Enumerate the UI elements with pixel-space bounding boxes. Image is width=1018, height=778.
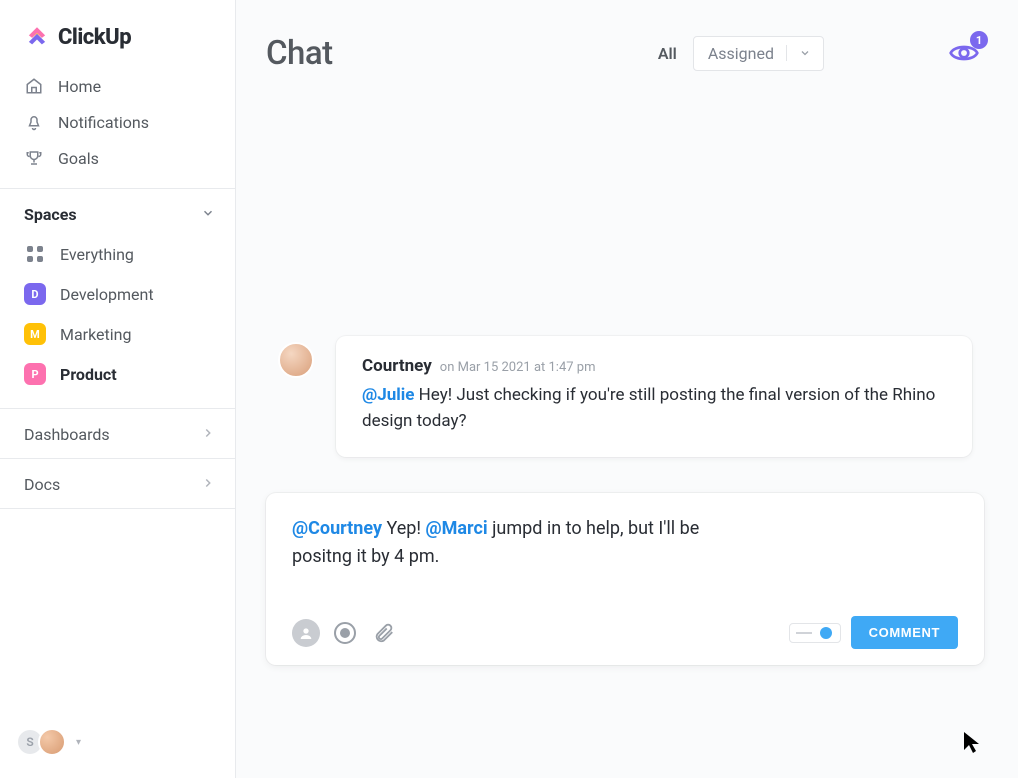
chevron-right-icon <box>201 425 215 444</box>
comment-composer[interactable]: @Courtney Yep! @Marci jumpd in to help, … <box>266 493 984 666</box>
section-label: Docs <box>24 475 60 494</box>
chevron-right-icon <box>201 475 215 494</box>
section-label: Dashboards <box>24 425 110 444</box>
sidebar-item-everything[interactable]: Everything <box>14 234 221 274</box>
space-label: Product <box>60 365 117 384</box>
cursor-icon <box>962 730 982 760</box>
logo[interactable]: ClickUp <box>0 0 235 68</box>
space-label: Marketing <box>60 325 131 344</box>
dot-icon <box>820 627 832 639</box>
watchers-count: 1 <box>970 31 988 49</box>
mention-user-icon[interactable] <box>292 619 320 647</box>
composer-text[interactable]: @Courtney Yep! @Marci jumpd in to help, … <box>292 515 732 571</box>
space-badge-icon: M <box>24 323 46 345</box>
sidebar-item-docs[interactable]: Docs <box>0 459 235 508</box>
bell-icon <box>24 112 44 132</box>
home-icon <box>24 76 44 96</box>
sidebar-item-goals[interactable]: Goals <box>14 140 221 176</box>
composer-text-part: Yep! <box>382 518 425 539</box>
reply-toggle[interactable] <box>789 623 841 643</box>
mention[interactable]: @Courtney <box>292 518 382 539</box>
chevron-down-icon: ▾ <box>76 737 81 748</box>
filter-assigned-dropdown[interactable]: Assigned <box>693 36 824 71</box>
message-author: Courtney <box>362 356 432 376</box>
main-panel: Chat All Assigned 1 <box>236 0 1018 778</box>
mention[interactable]: @Marci <box>426 518 488 539</box>
filter-all-tab[interactable]: All <box>658 44 677 63</box>
filter-label: Assigned <box>708 44 774 63</box>
user-avatar-icon <box>38 728 66 756</box>
record-icon[interactable] <box>334 622 356 644</box>
chevron-down-icon <box>201 205 215 224</box>
message-body: @Julie Hey! Just checking if you're stil… <box>362 382 946 435</box>
sidebar-item-dashboards[interactable]: Dashboards <box>0 409 235 458</box>
message-timestamp: on Mar 15 2021 at 1:47 pm <box>440 360 596 375</box>
space-badge-icon: P <box>24 363 46 385</box>
logo-text: ClickUp <box>58 25 131 50</box>
nav-label: Goals <box>58 149 99 168</box>
main-header: Chat All Assigned 1 <box>266 24 984 82</box>
chat-message[interactable]: Courtney on Mar 15 2021 at 1:47 pm @Juli… <box>336 336 972 457</box>
page-title: Chat <box>266 34 333 73</box>
message-text: Hey! Just checking if you're still posti… <box>362 385 935 431</box>
trophy-icon <box>24 148 44 168</box>
sidebar-item-development[interactable]: D Development <box>14 274 221 314</box>
spaces-header[interactable]: Spaces <box>0 189 235 234</box>
avatar-icon <box>278 342 314 378</box>
sidebar: ClickUp Home Notifications Goals <box>0 0 236 778</box>
mention[interactable]: @Julie <box>362 385 414 405</box>
sidebar-item-notifications[interactable]: Notifications <box>14 104 221 140</box>
sidebar-item-marketing[interactable]: M Marketing <box>14 314 221 354</box>
sidebar-item-product[interactable]: P Product <box>14 354 221 394</box>
attachment-icon[interactable] <box>370 619 398 647</box>
sidebar-item-home[interactable]: Home <box>14 68 221 104</box>
chevron-down-icon <box>799 44 811 63</box>
nav-label: Notifications <box>58 113 149 132</box>
grid-icon <box>24 243 46 265</box>
line-icon <box>796 632 812 634</box>
space-badge-icon: D <box>24 283 46 305</box>
spaces-label: Spaces <box>24 205 77 224</box>
space-label: Development <box>60 285 154 304</box>
clickup-logo-icon <box>24 24 50 50</box>
watchers-button[interactable]: 1 <box>944 38 984 68</box>
comment-button[interactable]: COMMENT <box>851 616 958 649</box>
space-label: Everything <box>60 245 134 264</box>
workspace-switcher[interactable]: S ▾ <box>0 718 235 778</box>
nav-label: Home <box>58 77 101 96</box>
